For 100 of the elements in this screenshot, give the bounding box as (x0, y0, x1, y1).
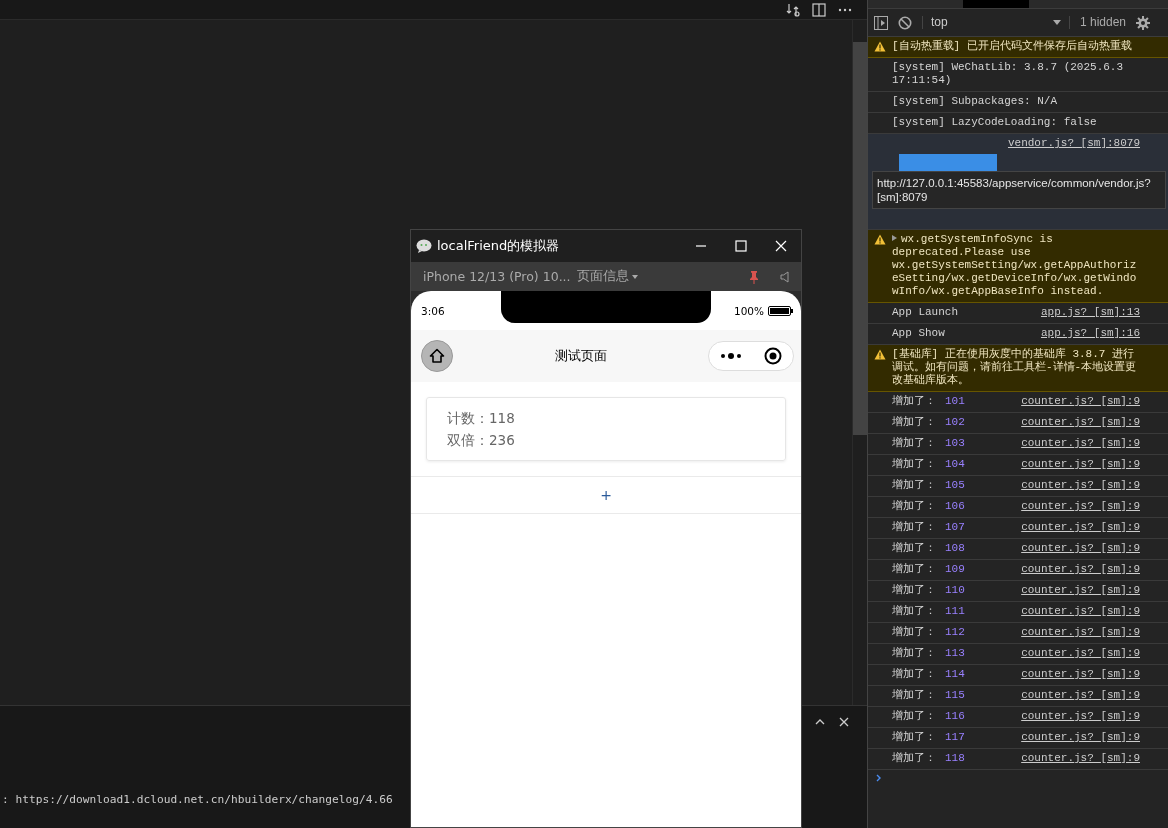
warning-icon (874, 234, 886, 245)
source-link[interactable]: counter.js? [sm]:9 (1021, 605, 1140, 618)
source-link[interactable]: counter.js? [sm]:9 (1021, 437, 1140, 450)
source-link[interactable]: app.js? [sm]:16 (1040, 327, 1140, 340)
speaker-icon[interactable] (779, 270, 791, 283)
chat-bubble-icon (416, 239, 432, 253)
source-link[interactable]: counter.js? [sm]:9 (1021, 689, 1140, 702)
console-value: 118 (945, 752, 966, 765)
console-message: 增加了： (892, 689, 936, 702)
output-line: : https://download1.dcloud.net.cn/hbuilderx/changelog/4.66 (1, 793, 393, 806)
console-message: 增加了： (892, 521, 936, 534)
maximize-icon[interactable] (735, 240, 747, 252)
caret-icon (632, 274, 638, 279)
console-value: 113 (945, 647, 966, 660)
expand-icon[interactable] (892, 235, 897, 241)
target-icon[interactable] (764, 347, 782, 365)
source-link[interactable]: counter.js? [sm]:9 (1021, 458, 1140, 471)
warning-icon (874, 41, 886, 52)
source-link[interactable]: counter.js? [sm]:9 (1021, 647, 1140, 660)
source-link[interactable]: counter.js? [sm]:9 (1021, 710, 1140, 723)
console-value: 110 (945, 584, 966, 597)
source-link[interactable]: counter.js? [sm]:9 (1021, 752, 1140, 765)
source-link[interactable]: app.js? [sm]:13 (1040, 306, 1140, 319)
device-selector[interactable]: iPhone 12/13 (Pro) 10... (423, 269, 567, 284)
console-message: 增加了： (892, 479, 936, 492)
source-link[interactable]: counter.js? [sm]:9 (1021, 479, 1140, 492)
counter-text: 双倍：236 (447, 431, 516, 450)
console-value: 116 (945, 710, 966, 723)
console-value: 108 (945, 542, 966, 555)
source-link[interactable]: counter.js? [sm]:9 (1021, 416, 1140, 429)
console-message: [基础库] 正在使用灰度中的基础库 3.8.7 进行调试。如有问题，请前往工具栏-详情-本地设置更改基础库版本。 (892, 348, 1138, 387)
window-title: localFriend的模拟器 (437, 237, 561, 255)
console-message: 增加了： (892, 731, 936, 744)
console-message: [自动热重载] 已开启代码文件保存后自动热重载 (892, 40, 1133, 53)
console-value: 102 (945, 416, 966, 429)
source-link[interactable]: counter.js? [sm]:9 (1021, 731, 1140, 744)
settings-icon[interactable] (1136, 15, 1151, 30)
more-icon[interactable] (720, 352, 742, 360)
status-time: 3:06 (421, 304, 445, 317)
home-button[interactable] (421, 340, 453, 372)
console-value: 109 (945, 563, 966, 576)
source-link[interactable]: counter.js? [sm]:9 (1021, 584, 1140, 597)
warning-icon (874, 349, 886, 360)
clear-icon[interactable] (898, 15, 912, 30)
home-icon (429, 348, 445, 364)
console-message: [system] LazyCodeLoading: false (892, 116, 1098, 129)
console-message: App Launch (892, 306, 959, 319)
counter-text: 计数：118 (447, 409, 516, 428)
console-message: [system] WeChatLib: 3.8.7 (2025.6.3 17:11:54) (892, 61, 1125, 87)
console-message: wx.getSystemInfoSync is deprecated.Please use wx.getSystemSetting/wx.getAppAuthorizeSetting/wx.getDeviceInfo/wx.getWindowInfo/wx.getAppBaseInfo instead. (892, 233, 1138, 298)
sidebar-toggle-icon[interactable] (874, 15, 888, 30)
caret-icon (1053, 20, 1061, 25)
console-value: 104 (945, 458, 966, 471)
console-message: 增加了： (892, 416, 936, 429)
console-message: 增加了： (892, 437, 936, 450)
console-message: 增加了： (892, 563, 936, 576)
console-value: 107 (945, 521, 966, 534)
console-value: 105 (945, 479, 966, 492)
console-value: 112 (945, 626, 966, 639)
source-link[interactable]: counter.js? [sm]:9 (1021, 542, 1140, 555)
console-message: 增加了： (892, 668, 936, 681)
page-info-menu[interactable]: 页面信息 (577, 268, 629, 285)
console-value: 106 (945, 500, 966, 513)
tooltip: http://127.0.0.1:45583/appservice/common/vendor.js?[sm]:8079 (872, 171, 1166, 209)
console-message: App Show (892, 327, 946, 340)
console-message: 增加了： (892, 752, 936, 765)
split-editor-icon[interactable] (811, 1, 827, 18)
compare-icon[interactable] (785, 1, 801, 18)
console-message: 增加了： (892, 605, 936, 618)
console-message: 增加了： (892, 647, 936, 660)
console-message: 增加了： (892, 500, 936, 513)
console-message: 增加了： (892, 458, 936, 471)
console-message: 增加了： (892, 584, 936, 597)
console-message: 增加了： (892, 542, 936, 555)
source-link[interactable]: counter.js? [sm]:9 (1021, 521, 1140, 534)
context-dropdown[interactable]: top (922, 16, 1070, 29)
console-message: 增加了： (892, 626, 936, 639)
console-message: [system] Subpackages: N/A (892, 95, 1059, 108)
source-link[interactable]: counter.js? [sm]:9 (1021, 500, 1140, 513)
page-title: 测试页面 (553, 347, 608, 365)
pin-icon[interactable] (749, 269, 759, 284)
source-link[interactable]: counter.js? [sm]:9 (1021, 395, 1140, 408)
console-message: 增加了： (892, 395, 936, 408)
close-icon[interactable] (838, 716, 850, 728)
source-link[interactable]: counter.js? [sm]:9 (1021, 626, 1140, 639)
redacted-block (963, 0, 1029, 8)
source-link[interactable]: counter.js? [sm]:9 (1021, 563, 1140, 576)
console-message: 增加了： (892, 710, 936, 723)
console-value: 111 (945, 605, 966, 618)
battery-percent: 100% (733, 304, 764, 317)
hidden-count: 1 hidden (1080, 16, 1127, 29)
source-link[interactable]: counter.js? [sm]:9 (1021, 668, 1140, 681)
capsule-menu[interactable] (708, 341, 794, 371)
increment-button[interactable]: + (411, 476, 801, 514)
source-link[interactable]: vendor.js? [sm]:8079 (1007, 137, 1140, 150)
console-value: 115 (945, 689, 966, 702)
battery-icon (768, 305, 793, 316)
console-value: 117 (945, 731, 966, 744)
prompt-icon (876, 774, 882, 782)
scrollbar-thumb[interactable] (853, 42, 867, 435)
